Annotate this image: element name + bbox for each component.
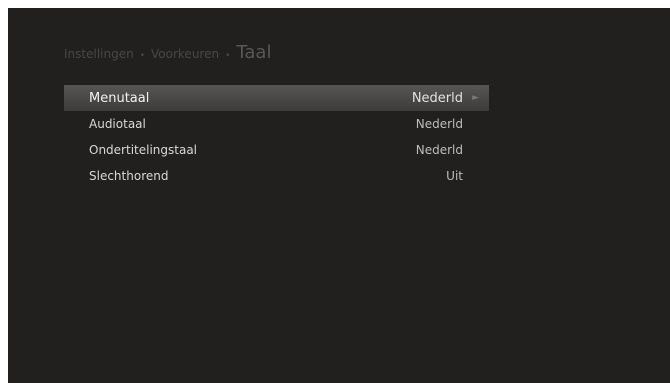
menu-item-label: Menutaal — [89, 90, 150, 106]
breadcrumb-separator: • — [225, 51, 231, 61]
breadcrumb-separator: • — [139, 51, 146, 61]
menu-item-value: Nederld — [411, 90, 463, 106]
menu-item-label: Audiotaal — [89, 117, 146, 131]
menu-item-value: Nederld — [415, 117, 463, 131]
language-settings-menu: Menutaal Nederld ► Audiotaal Nederld Ond… — [64, 85, 489, 189]
menu-item-label: Slechthorend — [89, 169, 169, 183]
breadcrumb-item-instellingen: Instellingen — [64, 47, 134, 61]
breadcrumb: Instellingen • Voorkeuren • Taal — [64, 42, 271, 66]
chevron-right-icon: ► — [472, 93, 479, 103]
menu-item-value: Uit — [446, 169, 463, 183]
tv-screen: Instellingen • Voorkeuren • Taal Menutaa… — [8, 8, 670, 383]
menu-item-ondertitelingstaal[interactable]: Ondertitelingstaal Nederld — [64, 137, 489, 163]
menu-item-menutaal[interactable]: Menutaal Nederld ► — [64, 85, 489, 111]
menu-item-label: Ondertitelingstaal — [89, 143, 197, 157]
page-title: Taal — [236, 42, 272, 63]
menu-item-audiotaal[interactable]: Audiotaal Nederld — [64, 111, 489, 137]
menu-item-slechthorend[interactable]: Slechthorend Uit — [64, 163, 489, 189]
menu-item-value: Nederld — [415, 143, 463, 157]
breadcrumb-item-voorkeuren: Voorkeuren — [151, 47, 220, 61]
